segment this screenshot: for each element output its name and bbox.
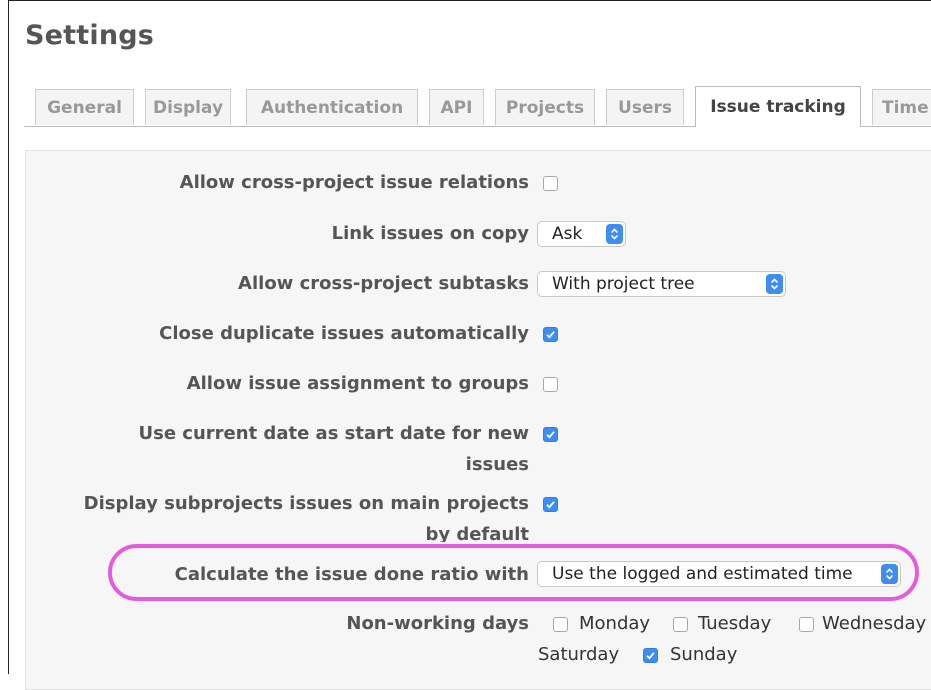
tab-projects[interactable]: Projects	[495, 89, 595, 125]
day-checkbox-wednesday[interactable]	[799, 617, 814, 632]
tab-time[interactable]: Time	[872, 89, 931, 125]
done-ratio-select[interactable]: Use the logged and estimated time	[537, 561, 901, 587]
checkmark-icon	[546, 331, 555, 339]
assign-to-groups-checkbox[interactable]	[543, 377, 558, 392]
day-label-saturday: Saturday	[538, 644, 620, 665]
select-arrows-icon	[881, 564, 898, 584]
link-on-copy-select[interactable]: Ask	[537, 221, 626, 247]
done-ratio-label: Calculate the issue done ratio with	[174, 564, 529, 585]
subprojects-issues-checkbox[interactable]	[543, 497, 558, 512]
done-ratio-value: Use the logged and estimated time	[552, 564, 853, 584]
checkmark-icon	[546, 501, 555, 509]
close-duplicates-label: Close duplicate issues automatically	[159, 323, 529, 344]
select-arrows-icon	[766, 274, 783, 294]
cross-project-relations-label: Allow cross-project issue relations	[179, 172, 529, 193]
assign-to-groups-label: Allow issue assignment to groups	[186, 373, 529, 394]
tab-general[interactable]: General	[35, 89, 134, 125]
link-on-copy-label: Link issues on copy	[331, 223, 529, 244]
checkmark-icon	[546, 431, 555, 439]
tab-display[interactable]: Display	[145, 89, 231, 125]
day-label-sunday: Sunday	[670, 644, 738, 665]
day-checkbox-sunday[interactable]	[643, 648, 658, 663]
select-arrows-icon	[606, 224, 623, 244]
checkmark-icon	[646, 652, 655, 660]
cross-project-relations-checkbox[interactable]	[543, 176, 558, 191]
tab-api[interactable]: API	[429, 89, 484, 125]
settings-tabs: General Display Authentication API Proje…	[24, 86, 931, 127]
day-checkbox-monday[interactable]	[553, 617, 568, 632]
day-checkbox-tuesday[interactable]	[673, 617, 688, 632]
non-working-days-label: Non-working days	[346, 613, 529, 634]
cross-project-subtasks-value: With project tree	[552, 274, 695, 294]
tab-authentication[interactable]: Authentication	[246, 89, 418, 125]
cross-project-subtasks-select[interactable]: With project tree	[537, 271, 786, 297]
tab-issue-tracking[interactable]: Issue tracking	[695, 86, 861, 127]
cross-project-subtasks-label: Allow cross-project subtasks	[238, 273, 529, 294]
day-label-wednesday: Wednesday	[822, 613, 927, 634]
subprojects-issues-label: Display subprojects issues on main proje…	[83, 493, 529, 542]
day-label-monday: Monday	[579, 613, 651, 634]
tab-users[interactable]: Users	[606, 89, 684, 125]
page-title: Settings	[25, 20, 155, 51]
day-label-tuesday: Tuesday	[698, 613, 772, 634]
link-on-copy-value: Ask	[552, 224, 583, 244]
current-date-start-label: Use current date as start date for new i…	[138, 423, 530, 475]
close-duplicates-checkbox[interactable]	[543, 327, 558, 342]
current-date-start-checkbox[interactable]	[543, 427, 558, 442]
